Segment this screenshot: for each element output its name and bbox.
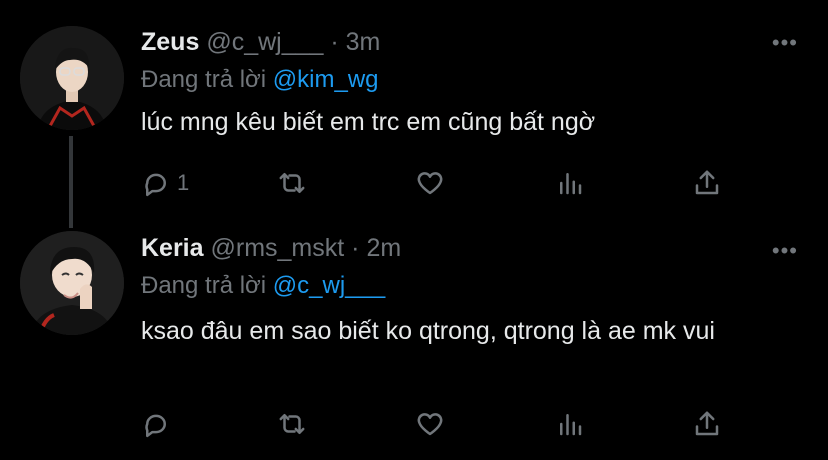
tweet-text: ksao đâu em sao biết ko qtrong, qtrong l…	[141, 317, 715, 345]
more-dots-icon[interactable]: •••	[772, 238, 798, 264]
tweet-actions: 1	[141, 166, 741, 200]
retweet-icon	[279, 173, 305, 193]
user-handle[interactable]: @c_wj___	[206, 28, 323, 56]
tweet-header: Keria @rms_mskt · 2m	[141, 234, 401, 263]
reply-context: Đang trả lời @c_wj___	[141, 272, 385, 300]
display-name[interactable]: Keria	[141, 234, 204, 262]
avatar[interactable]	[20, 26, 124, 130]
reply-button[interactable]: 1	[141, 166, 189, 200]
like-button[interactable]	[415, 407, 445, 441]
more-dots-icon[interactable]: •••	[772, 30, 798, 56]
reply-prefix: Đang trả lời	[141, 66, 267, 93]
tweet-header: Zeus @c_wj___ · 3m	[141, 28, 380, 57]
tweet-text: lúc mng kêu biết em trc em cũng bất ngờ	[141, 108, 596, 136]
retweet-button[interactable]	[277, 166, 307, 200]
share-icon	[695, 411, 719, 436]
avatar[interactable]	[20, 231, 124, 335]
analytics-button[interactable]	[555, 166, 585, 200]
reply-context: Đang trả lời @kim_wg	[141, 66, 379, 94]
analytics-button[interactable]	[555, 407, 585, 441]
display-name[interactable]: Zeus	[141, 28, 199, 56]
thread-connector-line	[69, 136, 73, 228]
timestamp[interactable]: 3m	[346, 28, 381, 56]
retweet-button[interactable]	[277, 407, 307, 441]
share-button[interactable]	[692, 407, 722, 441]
separator-dot: ·	[351, 234, 360, 262]
reply-count: 1	[177, 170, 190, 195]
user-handle[interactable]: @rms_mskt	[211, 234, 345, 262]
like-icon	[417, 172, 443, 195]
retweet-icon	[279, 414, 305, 434]
reply-icon	[145, 414, 166, 438]
reply-icon	[145, 173, 166, 197]
like-icon	[417, 413, 443, 436]
reply-prefix: Đang trả lời	[141, 272, 267, 299]
analytics-icon	[560, 173, 582, 195]
timestamp[interactable]: 2m	[366, 234, 401, 262]
separator-dot: ·	[330, 28, 339, 56]
reply-mention-link[interactable]: @kim_wg	[273, 66, 379, 93]
share-icon	[695, 170, 719, 195]
like-button[interactable]	[415, 166, 445, 200]
tweet-actions	[141, 407, 741, 441]
tweet-keria[interactable]: Keria @rms_mskt · 2m ••• Đang trả lời @c…	[0, 228, 828, 460]
reply-button[interactable]	[141, 407, 177, 441]
share-button[interactable]	[692, 166, 722, 200]
reply-mention-link[interactable]: @c_wj___	[273, 272, 385, 299]
analytics-icon	[560, 414, 582, 436]
tweet-zeus[interactable]: Zeus @c_wj___ · 3m ••• Đang trả lời @kim…	[0, 0, 828, 228]
